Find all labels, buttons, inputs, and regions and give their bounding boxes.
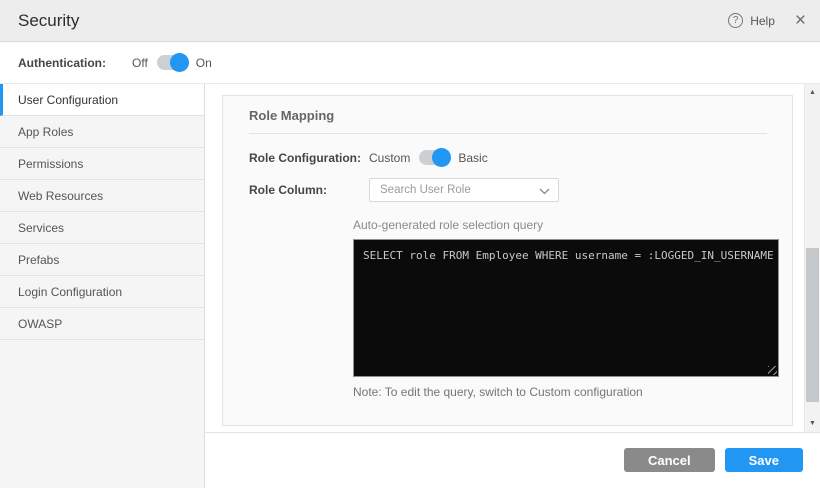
authentication-off-label: Off [132,56,148,70]
help-label: Help [750,14,775,28]
sidebar-item-owasp[interactable]: OWASP [0,308,204,340]
sidebar-item-app-roles[interactable]: App Roles [0,116,204,148]
authentication-toggle-group: Off On [132,55,212,70]
help-icon: ? [728,13,743,28]
page-title: Security [18,11,79,31]
sidebar-item-login-configuration[interactable]: Login Configuration [0,276,204,308]
title-bar: Security ? Help × [0,0,820,42]
sidebar-item-label: User Configuration [18,93,118,107]
authentication-toggle-knob [170,53,189,72]
sidebar-item-user-configuration[interactable]: User Configuration [0,84,204,116]
sidebar-item-label: OWASP [18,317,62,331]
query-caption: Auto-generated role selection query [353,218,792,232]
sidebar-item-prefabs[interactable]: Prefabs [0,244,204,276]
sidebar-item-label: App Roles [18,125,73,139]
sidebar-item-label: Web Resources [18,189,103,203]
role-mapping-panel: Role Mapping Role Configuration: Custom … [222,95,793,426]
role-configuration-toggle-knob [432,148,451,167]
basic-option-label: Basic [458,151,487,165]
authentication-toggle[interactable] [157,55,187,70]
authentication-label: Authentication: [18,56,106,70]
role-column-row: Role Column: Search User Role [249,178,792,202]
cancel-button[interactable]: Cancel [624,448,715,472]
sidebar-item-label: Permissions [18,157,83,171]
role-configuration-toggle-group: Custom Basic [369,150,488,165]
sidebar-item-label: Services [18,221,64,235]
sidebar-item-web-resources[interactable]: Web Resources [0,180,204,212]
custom-option-label: Custom [369,151,410,165]
query-section: Auto-generated role selection query SELE… [353,218,792,399]
footer-actions: Cancel Save [624,448,803,472]
panel-title: Role Mapping [249,108,766,123]
vertical-scrollbar[interactable]: ▲ ▼ [804,84,820,432]
main-content: Role Mapping Role Configuration: Custom … [205,84,820,488]
security-sidebar: User Configuration App Roles Permissions… [0,84,205,488]
scroll-down-icon[interactable]: ▼ [805,420,820,427]
panel-title-divider [249,133,767,134]
footer-divider [205,432,820,433]
sidebar-item-label: Login Configuration [18,285,122,299]
query-note: Note: To edit the query, switch to Custo… [353,385,792,399]
dialog-body: User Configuration App Roles Permissions… [0,84,820,488]
resize-handle-icon[interactable] [768,366,777,375]
query-editor-wrap: SELECT role FROM Employee WHERE username… [353,239,779,377]
role-configuration-toggle[interactable] [419,150,449,165]
role-column-placeholder: Search User Role [380,184,471,196]
role-column-select[interactable]: Search User Role [369,178,559,202]
sidebar-item-permissions[interactable]: Permissions [0,148,204,180]
sidebar-item-label: Prefabs [18,253,59,267]
save-button[interactable]: Save [725,448,803,472]
close-icon[interactable]: × [795,11,806,30]
scroll-up-icon[interactable]: ▲ [805,89,820,96]
authentication-bar: Authentication: Off On [0,42,820,84]
query-editor[interactable]: SELECT role FROM Employee WHERE username… [353,239,779,377]
role-configuration-row: Role Configuration: Custom Basic [249,150,792,165]
title-bar-actions: ? Help × [728,11,806,30]
role-configuration-label: Role Configuration: [249,151,369,165]
security-dialog: Security ? Help × Authentication: Off On… [0,0,820,488]
authentication-on-label: On [196,56,212,70]
role-column-label: Role Column: [249,183,369,197]
help-button[interactable]: ? Help [728,13,775,28]
chevron-down-icon [539,188,550,195]
sidebar-item-services[interactable]: Services [0,212,204,244]
scrollbar-thumb[interactable] [806,248,819,402]
